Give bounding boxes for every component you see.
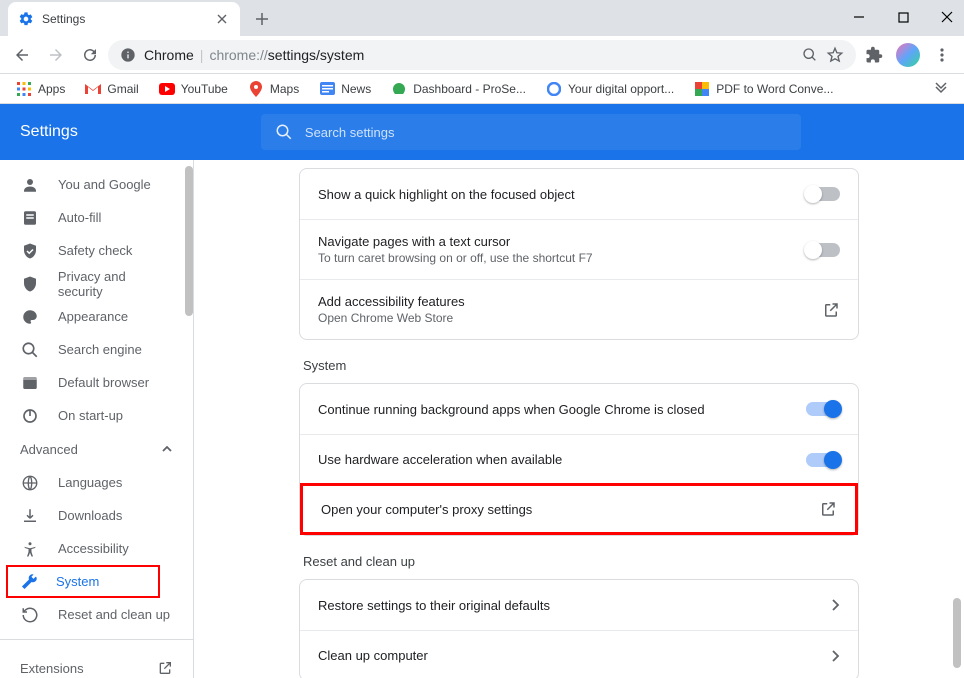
wrench-icon	[20, 573, 38, 591]
browser-icon	[20, 374, 40, 392]
sidebar-item-default-browser[interactable]: Default browser	[0, 366, 193, 399]
external-link-icon	[157, 660, 173, 676]
sidebar-extensions[interactable]: Extensions	[0, 648, 193, 678]
dashboard-icon	[391, 81, 407, 97]
extensions-button[interactable]	[858, 39, 890, 71]
bookmark-digital[interactable]: Your digital opport...	[538, 76, 682, 102]
sidebar-item-accessibility[interactable]: Accessibility	[0, 532, 193, 565]
google-icon	[546, 81, 562, 97]
gear-icon	[18, 11, 34, 27]
toggle-background-apps[interactable]	[806, 402, 840, 416]
sidebar-scrollbar[interactable]	[185, 166, 193, 672]
restore-icon	[20, 606, 40, 624]
close-window-button[interactable]	[934, 4, 960, 30]
sidebar-item-languages[interactable]: Languages	[0, 466, 193, 499]
sidebar-item-safety-check[interactable]: Safety check	[0, 234, 193, 267]
url-text: Chrome|chrome://settings/system	[144, 47, 794, 63]
bookmark-gmail[interactable]: Gmail	[77, 76, 146, 102]
browser-tab[interactable]: Settings	[8, 2, 240, 36]
bookmark-apps[interactable]: Apps	[8, 76, 73, 102]
row-quick-highlight[interactable]: Show a quick highlight on the focused ob…	[300, 169, 858, 219]
row-hardware-accel[interactable]: Use hardware acceleration when available	[300, 434, 858, 484]
sidebar-item-you-and-google[interactable]: You and Google	[0, 168, 193, 201]
settings-sidebar: You and Google Auto-fill Safety check Pr…	[0, 160, 194, 678]
news-icon	[319, 81, 335, 97]
search-settings-box[interactable]	[261, 114, 801, 150]
sidebar-item-system[interactable]: System	[6, 565, 160, 598]
browser-toolbar: Chrome|chrome://settings/system	[0, 36, 964, 74]
search-icon	[20, 341, 40, 359]
close-icon[interactable]	[214, 11, 230, 27]
reload-button[interactable]	[74, 39, 106, 71]
address-bar[interactable]: Chrome|chrome://settings/system	[108, 40, 856, 70]
bookmark-news[interactable]: News	[311, 76, 379, 102]
back-button[interactable]	[6, 39, 38, 71]
minimize-button[interactable]	[846, 4, 872, 30]
titlebar: Settings	[0, 0, 964, 36]
globe-icon	[20, 474, 40, 492]
pdf-icon	[694, 81, 710, 97]
bookmarks-bar: Apps Gmail YouTube Maps News Dashboard -…	[0, 74, 964, 104]
forward-button[interactable]	[40, 39, 72, 71]
zoom-icon[interactable]	[802, 47, 818, 63]
toggle-quick-highlight[interactable]	[806, 187, 840, 201]
profile-avatar[interactable]	[892, 39, 924, 71]
reset-card: Restore settings to their original defau…	[299, 579, 859, 678]
shield-check-icon	[20, 242, 40, 260]
tab-title: Settings	[42, 12, 206, 26]
row-add-accessibility[interactable]: Add accessibility features Open Chrome W…	[300, 279, 858, 339]
power-icon	[20, 407, 40, 425]
accessibility-card: Show a quick highlight on the focused ob…	[299, 168, 859, 340]
autofill-icon	[20, 209, 40, 227]
person-icon	[20, 176, 40, 194]
settings-title: Settings	[20, 123, 78, 141]
bookmark-maps[interactable]: Maps	[240, 76, 307, 102]
toggle-hardware-accel[interactable]	[806, 453, 840, 467]
row-caret-browsing[interactable]: Navigate pages with a text cursor To tur…	[300, 219, 858, 279]
download-icon	[20, 507, 40, 525]
sidebar-item-downloads[interactable]: Downloads	[0, 499, 193, 532]
section-title-system: System	[299, 340, 859, 383]
external-link-icon	[822, 301, 840, 319]
maps-icon	[248, 81, 264, 97]
search-icon	[275, 123, 293, 141]
maximize-button[interactable]	[890, 4, 916, 30]
sidebar-item-privacy[interactable]: Privacy and security	[0, 267, 193, 300]
toggle-caret-browsing[interactable]	[806, 243, 840, 257]
chevron-right-icon	[830, 598, 840, 612]
main-scrollbar[interactable]	[950, 160, 964, 678]
star-icon[interactable]	[826, 46, 844, 64]
row-background-apps[interactable]: Continue running background apps when Go…	[300, 384, 858, 434]
settings-main: Show a quick highlight on the focused ob…	[194, 160, 964, 678]
shield-icon	[20, 275, 40, 293]
sidebar-item-autofill[interactable]: Auto-fill	[0, 201, 193, 234]
chevron-up-icon	[161, 443, 173, 455]
sidebar-item-search-engine[interactable]: Search engine	[0, 333, 193, 366]
row-proxy-settings[interactable]: Open your computer's proxy settings	[300, 483, 858, 535]
sidebar-advanced-header[interactable]: Advanced	[0, 432, 193, 466]
sidebar-item-appearance[interactable]: Appearance	[0, 300, 193, 333]
accessibility-icon	[20, 540, 40, 558]
sidebar-item-reset[interactable]: Reset and clean up	[0, 598, 193, 631]
settings-header: Settings	[0, 104, 964, 160]
external-link-icon	[819, 500, 837, 518]
chevron-right-icon	[830, 649, 840, 663]
youtube-icon	[159, 81, 175, 97]
site-info-icon[interactable]	[120, 47, 136, 63]
search-input[interactable]	[305, 125, 787, 140]
menu-button[interactable]	[926, 39, 958, 71]
gmail-icon	[85, 81, 101, 97]
new-tab-button[interactable]	[248, 5, 276, 33]
palette-icon	[20, 308, 40, 326]
bookmarks-overflow[interactable]	[926, 82, 956, 96]
sidebar-item-startup[interactable]: On start-up	[0, 399, 193, 432]
apps-icon	[16, 81, 32, 97]
row-restore-defaults[interactable]: Restore settings to their original defau…	[300, 580, 858, 630]
bookmark-pdf[interactable]: PDF to Word Conve...	[686, 76, 841, 102]
bookmark-dashboard[interactable]: Dashboard - ProSe...	[383, 76, 534, 102]
row-clean-up[interactable]: Clean up computer	[300, 630, 858, 678]
section-title-reset: Reset and clean up	[299, 536, 859, 579]
bookmark-youtube[interactable]: YouTube	[151, 76, 236, 102]
system-card: Continue running background apps when Go…	[299, 383, 859, 536]
